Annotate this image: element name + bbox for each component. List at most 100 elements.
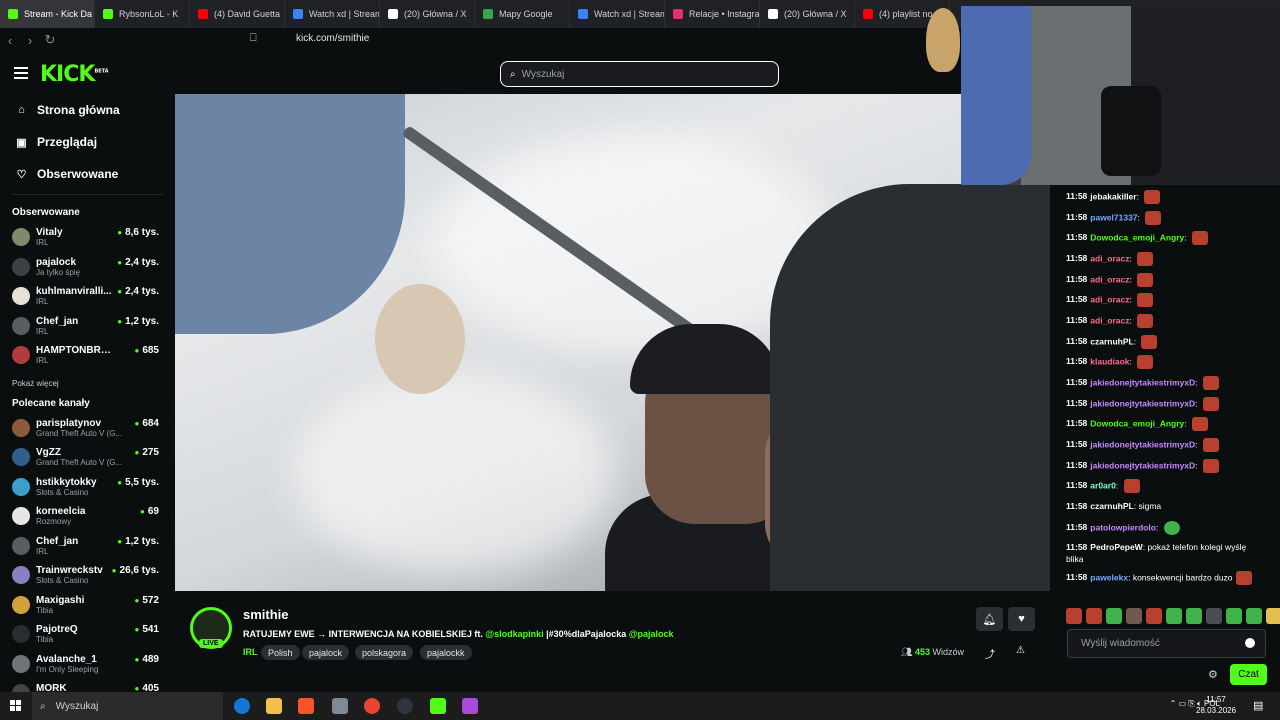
channel-item[interactable]: HAMPTONBRANDOIRL 685 <box>0 342 175 372</box>
category-link[interactable]: IRL <box>243 647 258 657</box>
tag-chip[interactable]: Polish <box>261 645 300 660</box>
chat-send-button[interactable]: Czat <box>1230 664 1267 685</box>
emote-button[interactable] <box>1226 608 1242 624</box>
browser-tab[interactable]: (20) Główna / X <box>380 0 475 28</box>
gear-icon[interactable]: ⚙ <box>1208 668 1218 681</box>
chat-username[interactable]: czarnuhPL <box>1090 501 1133 511</box>
notification-bell-button[interactable]: 🔔︎ <box>976 607 1003 631</box>
emote-button[interactable] <box>1186 608 1202 624</box>
emote-button[interactable] <box>1066 608 1082 624</box>
chat-username[interactable]: PedroPepeW <box>1090 542 1142 552</box>
chat-message: 11:58 pawelekx: konsekwencji bardzo duzo <box>1066 571 1266 585</box>
channel-item[interactable]: parisplatynovGrand Theft Auto V (G... 684 <box>0 415 175 445</box>
emote-button[interactable] <box>1246 608 1262 624</box>
obs-icon[interactable] <box>397 698 413 714</box>
report-icon[interactable]: ⚠ <box>1016 645 1025 656</box>
tag-chip[interactable]: polskagora <box>355 645 414 660</box>
emoji-icon[interactable] <box>1245 638 1255 648</box>
bookmark-icon[interactable]: ⎕ <box>250 32 257 45</box>
chat-username[interactable]: adi_oracz <box>1090 315 1129 325</box>
browser-tab[interactable]: RybsonLoL - K <box>95 0 190 28</box>
emote-button[interactable] <box>1146 608 1162 624</box>
chat-username[interactable]: jakiedonejtytakiestrimyxD <box>1090 398 1195 408</box>
chat-separator: : <box>1129 315 1135 326</box>
emote-button[interactable] <box>1086 608 1102 624</box>
chat-username[interactable]: czarnuhPL <box>1090 336 1133 346</box>
app-icon[interactable] <box>462 698 478 714</box>
chat-username[interactable]: jebakakiller <box>1090 191 1136 201</box>
sidebar-nav-item[interactable]: ▣ Przeglądaj <box>0 126 175 158</box>
taskbar-search[interactable]: ⌕ Wyszukaj <box>32 692 223 720</box>
channel-item[interactable]: Avalanche_1I'm Only Sleeping 489 <box>0 651 175 681</box>
channel-viewers: 26,6 tys. <box>112 565 159 576</box>
browser-tab[interactable]: Relacje • Instagram <box>665 0 760 28</box>
mention-link[interactable]: @pajalock <box>629 629 674 639</box>
channel-item[interactable]: TrainwreckstvSlots & Casino 26,6 tys. <box>0 562 175 592</box>
chat-username[interactable]: pawelekx <box>1090 572 1128 582</box>
chat-username[interactable]: jakiedonejtytakiestrimyxD <box>1090 377 1195 387</box>
mention-link[interactable]: @slodkapinki <box>485 629 543 639</box>
channel-item[interactable]: korneelciaRozmowy 69 <box>0 503 175 533</box>
emote-button[interactable] <box>1106 608 1122 624</box>
emote-button[interactable] <box>1266 608 1280 624</box>
chat-username[interactable]: adi_oracz <box>1090 253 1129 263</box>
taskbar-clock[interactable]: 11:57 28.03.2026 <box>1196 694 1236 716</box>
channel-item[interactable]: PajotreQTibia 541 <box>0 621 175 651</box>
browser-tab[interactable]: Stream - Kick Da <box>0 0 95 28</box>
channel-avatar <box>12 228 30 246</box>
emote-button[interactable] <box>1126 608 1142 624</box>
chrome-icon[interactable] <box>364 698 380 714</box>
search-input[interactable]: ⌕ Wyszukaj <box>500 61 779 87</box>
menu-icon[interactable] <box>14 67 28 82</box>
app-icon[interactable] <box>332 698 348 714</box>
browser-tab[interactable]: Watch xd | Stream <box>285 0 380 28</box>
chat-username[interactable]: Dowodca_emoji_Angry <box>1090 418 1184 428</box>
show-more-link[interactable]: Pokaż więcej <box>0 372 175 392</box>
video-player[interactable] <box>175 94 1050 591</box>
reload-icon[interactable]: ↻ <box>40 32 60 48</box>
kick-app-icon[interactable] <box>430 698 446 714</box>
notification-icon[interactable]: ▤ <box>1253 699 1263 712</box>
chat-username[interactable]: patolowpierdolo <box>1090 522 1156 532</box>
follow-button[interactable]: ♥ <box>1008 607 1035 631</box>
tag-chip[interactable]: pajalockk <box>420 645 472 660</box>
windows-start-icon[interactable] <box>10 700 22 712</box>
chat-username[interactable]: adi_oracz <box>1090 294 1129 304</box>
chat-username[interactable]: Dowodca_emoji_Angry <box>1090 232 1184 242</box>
channel-item[interactable]: hstikkytokkySlots & Casino 5,5 tys. <box>0 474 175 504</box>
chat-username[interactable]: adi_oracz <box>1090 274 1129 284</box>
file-explorer-icon[interactable] <box>266 698 282 714</box>
emote-button[interactable] <box>1206 608 1222 624</box>
browser-tab[interactable]: Mapy Google <box>475 0 570 28</box>
browser-tab[interactable]: (20) Główna / X <box>760 0 855 28</box>
tag-chip[interactable]: pajalock <box>302 645 350 660</box>
channel-item[interactable]: Chef_janIRL 1,2 tys. <box>0 533 175 563</box>
back-icon[interactable]: ‹ <box>0 33 20 48</box>
streamer-name[interactable]: smithie <box>243 607 289 622</box>
channel-item[interactable]: VitalyIRL 8,6 tys. <box>0 224 175 254</box>
browser-tab[interactable]: Watch xd | Stream <box>570 0 665 28</box>
share-icon[interactable]: ⤴ <box>985 646 995 661</box>
kick-logo[interactable]: KICKBETA <box>40 62 109 87</box>
chat-username[interactable]: klaudiaok <box>1090 356 1129 366</box>
edge-icon[interactable] <box>234 698 250 714</box>
chat-input[interactable]: Wyślij wiadomość <box>1067 629 1266 658</box>
channel-item[interactable]: Chef_janIRL 1,2 tys. <box>0 313 175 343</box>
sidebar-nav-item[interactable]: ⌂ Strona główna <box>0 94 175 126</box>
emote-button[interactable] <box>1166 608 1182 624</box>
browser-tab[interactable]: (4) David Guetta <box>190 0 285 28</box>
channel-item[interactable]: kuhlmanviralli...IRL 2,4 tys. <box>0 283 175 313</box>
chat-username[interactable]: ar0ar0 <box>1090 480 1116 490</box>
channel-item[interactable]: MaxigashiTibia 572 <box>0 592 175 622</box>
brave-icon[interactable] <box>298 698 314 714</box>
channel-item[interactable]: MORK 405 <box>0 680 175 692</box>
chat-username[interactable]: pawel71337 <box>1090 212 1137 222</box>
forward-icon[interactable]: › <box>20 33 40 48</box>
channel-item[interactable]: VgZZGrand Theft Auto V (G... 275 <box>0 444 175 474</box>
channel-item[interactable]: pajalockJa tylko śpię 2,4 tys. <box>0 254 175 284</box>
chat-username[interactable]: jakiedonejtytakiestrimyxD <box>1090 460 1195 470</box>
url-field[interactable]: kick.com/smithie <box>296 33 369 44</box>
chat-emote <box>1144 190 1161 204</box>
chat-username[interactable]: jakiedonejtytakiestrimyxD <box>1090 439 1195 449</box>
sidebar-nav-item[interactable]: ♡ Obserwowane <box>0 158 175 190</box>
